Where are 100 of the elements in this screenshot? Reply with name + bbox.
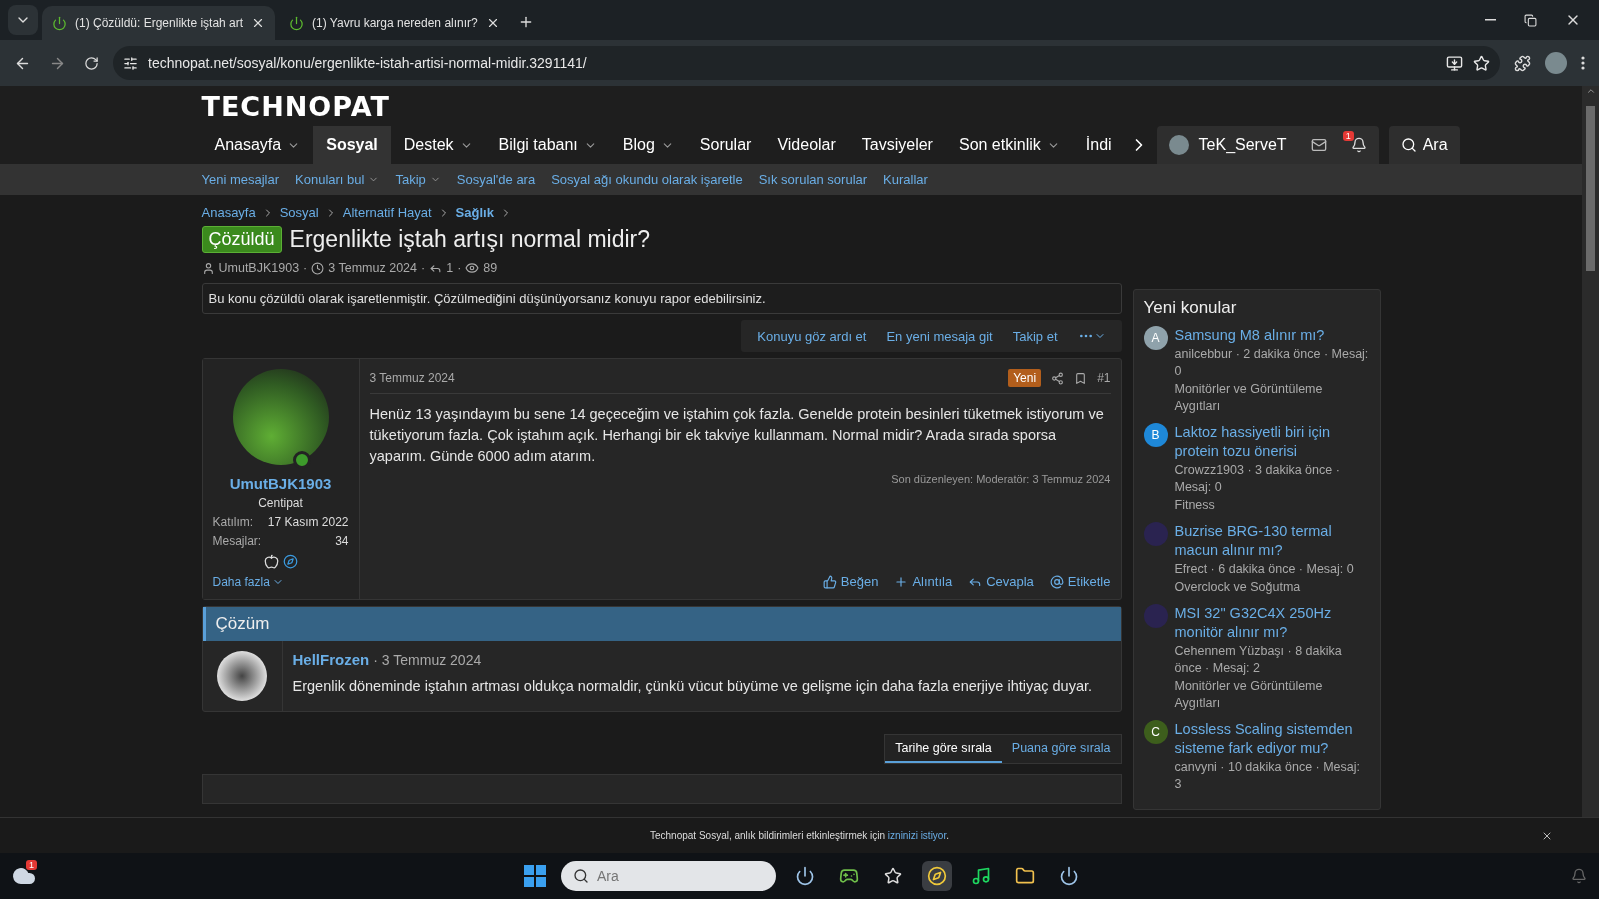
search-tab[interactable]: Ara	[1388, 126, 1460, 164]
new-label: Yeni	[1008, 369, 1042, 387]
sliders-icon[interactable]	[123, 55, 138, 71]
solution-header: Çözüm	[202, 607, 1121, 641]
plus-icon	[894, 574, 909, 589]
profile-avatar[interactable]	[1545, 52, 1567, 74]
breadcrumb-link[interactable]: Alternatif Hayat	[342, 205, 432, 220]
stat-label: Mesajlar:	[212, 534, 262, 548]
post-number[interactable]: #1	[1097, 371, 1111, 385]
more-link[interactable]: Daha fazla	[212, 575, 284, 589]
thread-meta: anilcebbur · 2 dakika önce · Mesaj: 0	[1174, 346, 1370, 380]
subnav-link[interactable]: Sosyal ağı okundu olarak işaretle	[551, 172, 743, 187]
thumbs-up-icon	[822, 574, 837, 589]
nav-tab[interactable]: Videolar	[764, 126, 849, 164]
breadcrumb-link[interactable]: Sosyal	[279, 205, 319, 220]
compass-icon	[282, 554, 298, 569]
apple-icon	[263, 554, 279, 569]
letter-avatar: C	[1143, 720, 1168, 744]
stat-label: Katılım:	[212, 515, 254, 529]
share-icon[interactable]	[1051, 371, 1065, 385]
username-link[interactable]: UmutBJK1903	[229, 475, 332, 492]
forum-name: Fitness	[1174, 497, 1216, 514]
edit-note: Son düzenleyen: Moderatör: 3 Temmuz 2024	[891, 473, 1111, 485]
breadcrumb-link[interactable]: Sağlık	[455, 205, 494, 220]
subnav-link[interactable]: Takip	[395, 172, 441, 187]
post-action-link[interactable]: Beğen	[822, 574, 879, 589]
view-count: 89	[483, 261, 498, 275]
permission-link[interactable]: izninizi istiyor	[887, 830, 947, 841]
sort-tab[interactable]: Tarihe göre sırala	[885, 735, 1002, 763]
power-icon	[52, 15, 67, 31]
browser-tab[interactable]: (1) Yavru karga nereden alınır?	[279, 6, 510, 40]
subnav-link[interactable]: Konuları bul	[295, 172, 380, 187]
nav-tab[interactable]: Bilgi tabanı	[485, 126, 610, 164]
user-title: Centipat	[258, 496, 303, 510]
site-logo[interactable]: TECHNOPAT	[201, 86, 390, 126]
thread-date: 3 Temmuz 2024	[328, 261, 417, 275]
browser-icon[interactable]	[922, 861, 952, 891]
nav-tab[interactable]: Anasayfa	[201, 126, 314, 164]
breadcrumb-link[interactable]: Anasayfa	[201, 205, 256, 220]
nav-tab[interactable]: Tavsiyeler	[848, 126, 946, 164]
subnav-link[interactable]: Sosyal'de ara	[456, 172, 536, 187]
thread-action-link[interactable]: Konuyu göz ardı et	[747, 328, 877, 344]
subnav-link[interactable]: Sık sorulan sorular	[758, 172, 868, 187]
eye-icon	[465, 261, 480, 275]
sort-tab[interactable]: Puana göre sırala	[1001, 735, 1121, 763]
nav-tab[interactable]: Sorular	[686, 126, 765, 164]
nav-tab[interactable]: Blog	[609, 126, 687, 164]
bell-icon[interactable]	[1350, 137, 1367, 153]
thread-meta: Crowzz1903 · 3 dakika önce · Mesaj: 0	[1174, 462, 1341, 496]
nav-tab[interactable]: Son etkinlik	[945, 126, 1073, 164]
taskbar-search-field[interactable]: Ara	[561, 861, 776, 891]
browser-tab[interactable]: (1) Çözüldü: Ergenlikte iştah art	[42, 6, 276, 40]
windows-icon[interactable]	[523, 864, 547, 888]
separator: ·	[373, 652, 378, 668]
user-avatar	[1168, 135, 1189, 155]
mail-icon[interactable]	[1310, 137, 1327, 153]
thread-link[interactable]: Lossless Scaling sistemden sisteme fark ediyor mu?	[1174, 720, 1370, 758]
post-date: 3 Temmuz 2024	[369, 371, 455, 385]
address-bar[interactable]: technopat.net/sosyal/konu/ergenlikte-istah-artisi-normal-midir.3291141/	[113, 46, 1500, 80]
thread-link[interactable]: Laktoz hassiyetli biri için protein tozu önerisi	[1174, 423, 1370, 461]
scrollbar-thumb[interactable]	[1586, 106, 1595, 271]
separator: ·	[303, 261, 308, 275]
subnav-link[interactable]: Kurallar	[883, 172, 928, 187]
thread-link[interactable]: Buzrise BRG-130 termal macun alınır mı?	[1174, 522, 1370, 560]
author-link[interactable]: UmutBJK1903	[218, 261, 300, 275]
user-icon	[201, 261, 215, 275]
avatar-placeholder	[216, 651, 267, 701]
bookmark-icon[interactable]	[1074, 371, 1088, 385]
power-icon	[289, 15, 305, 31]
separator: ·	[421, 261, 426, 275]
thread-title: Ergenlikte iştah artışı normal midir?	[289, 226, 650, 253]
nav-tab[interactable]: Sosyal	[313, 126, 391, 164]
monitor-download-icon[interactable]	[1446, 54, 1463, 72]
username-link[interactable]: HellFrozen	[292, 651, 370, 668]
thread-link[interactable]: Samsung M8 alınır mı?	[1174, 326, 1370, 345]
letter-avatar: B	[1143, 423, 1168, 447]
separator: ·	[457, 261, 462, 275]
nav-tab[interactable]: İndi	[1072, 126, 1125, 164]
thread-action-link[interactable]: Takip et	[1002, 328, 1068, 344]
tab-list-button[interactable]	[8, 5, 38, 35]
username-link[interactable]: TeK_ServeT	[1198, 136, 1287, 154]
stat-value: 17 Kasım 2022	[267, 515, 349, 529]
post-text: Henüz 13 yaşındayım bu sene 14 geçeceğim ve iştahim çok fazla. Genelde protein besinleri tüketmek istiyorum ve tüketiyorum fazla. Çok iştahım açık. Herhangi bir ek takviye kullanmam. Normal midir? Arada sırada sporsa yaparım. Günde 6000 adım atarım.	[369, 405, 1105, 466]
reply-count: 1	[446, 261, 454, 275]
subnav-link[interactable]: Yeni mesajlar	[201, 172, 280, 187]
stat-value: 34	[335, 534, 349, 548]
nav-tab[interactable]: Destek	[390, 126, 486, 164]
thread-meta: Cehennem Yüzbaşı · 8 dakika önce · Mesaj: 2	[1174, 643, 1343, 677]
reload-icon	[84, 55, 99, 71]
forum-name: Monitörler ve Görüntüleme Aygıtları	[1174, 678, 1324, 712]
forum-name: Overclock ve Soğutma	[1174, 579, 1302, 596]
thread-action-link[interactable]: En yeni mesaja git	[876, 328, 1003, 344]
thread-meta: canvyni · 10 dakika önce · Mesaj: 3	[1174, 759, 1361, 793]
post-action-link[interactable]: Cevapla	[968, 574, 1034, 589]
minimize-icon	[1485, 19, 1496, 21]
post-action-link[interactable]: Etiketle	[1049, 574, 1111, 589]
star-icon[interactable]	[1473, 54, 1490, 72]
scroll-up-icon[interactable]	[1585, 86, 1596, 96]
post-action-link[interactable]: Alıntıla	[894, 574, 953, 589]
thread-link[interactable]: MSI 32" G32C4X 250Hz monitör alınır mı?	[1174, 604, 1370, 642]
